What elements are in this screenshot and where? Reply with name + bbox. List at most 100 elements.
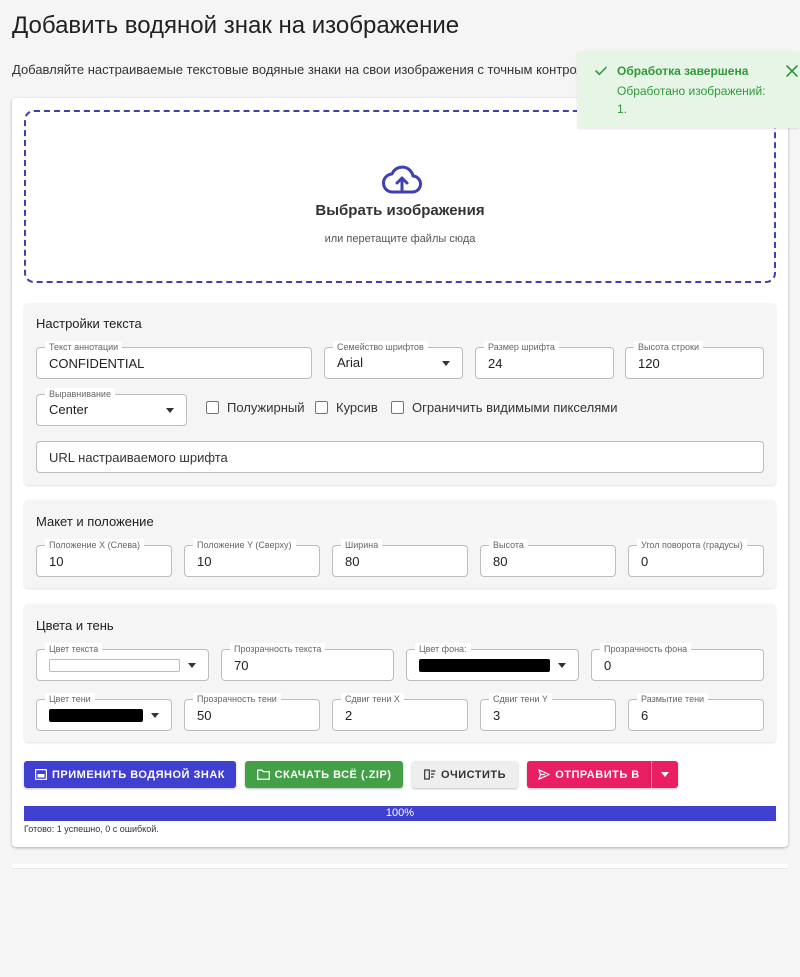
toast-title: Обработка завершена [617,64,749,78]
font-size-field[interactable]: Размер шрифта 24 [475,341,614,379]
shadow-x-field[interactable]: Сдвиг тени X 2 [332,693,468,731]
dropzone-title: Выбрать изображения [315,202,485,219]
shadow-y-field[interactable]: Сдвиг тени Y 3 [480,693,616,731]
alignment-label: Выравнивание [45,388,115,400]
line-height-value: 120 [638,356,660,371]
annotation-text-label: Текст аннотации [45,341,123,353]
bg-opacity-label: Прозрачность фона [600,643,692,655]
layout-section: Макет и положение Положение X (Слева) 10… [24,500,776,588]
layout-title: Макет и положение [36,514,154,529]
bg-color-picker[interactable]: Цвет фона: [406,643,579,681]
bold-checkbox-label: Полужирный [227,400,305,415]
image-dropzone[interactable]: Выбрать изображения или перетащите файлы… [24,110,776,283]
shadow-blur-value: 6 [641,708,649,723]
clip-pixels-checkbox[interactable]: Ограничить видимыми пикселями [391,400,618,415]
rotation-label: Угол поворота (градусы) [637,539,747,551]
text-settings-section: Настройки текста Текст аннотации CONFIDE… [24,303,776,485]
chevron-down-icon [151,713,159,718]
position-y-field[interactable]: Положение Y (Сверху) 10 [184,539,320,577]
rotation-field[interactable]: Угол поворота (градусы) 0 [628,539,764,577]
close-icon[interactable] [784,63,800,79]
bg-opacity-value: 0 [604,658,612,673]
download-zip-button[interactable]: СКАЧАТЬ ВСЁ (.ZIP) [245,761,403,788]
font-family-select[interactable]: Семейство шрифтов Arial [324,341,463,379]
position-x-field[interactable]: Положение X (Слева) 10 [36,539,172,577]
bg-opacity-field[interactable]: Прозрачность фона 0 [591,643,764,681]
alignment-value: Center [49,402,89,417]
bg-color-label: Цвет фона: [415,643,471,655]
shadow-y-value: 3 [493,708,501,723]
text-opacity-value: 70 [234,658,249,673]
position-x-value: 10 [49,554,64,569]
font-size-value: 24 [488,356,503,371]
divider [12,864,788,868]
chevron-down-icon [661,772,669,777]
font-size-label: Размер шрифта [484,341,559,353]
bold-checkbox-box[interactable] [206,401,219,414]
check-icon [595,66,607,76]
width-field[interactable]: Ширина 80 [332,539,468,577]
send-to-label: ОТПРАВИТЬ В [555,768,640,781]
toast-body: Обработано изображений: 1. [617,84,766,116]
custom-font-url-input[interactable]: URL настраиваемого шрифта [36,441,764,473]
shadow-blur-label: Размытие тени [637,693,709,705]
clear-all-icon [424,769,436,780]
text-settings-title: Настройки текста [36,316,142,331]
shadow-x-label: Сдвиг тени X [341,693,404,705]
height-label: Высота [489,539,528,551]
width-label: Ширина [341,539,383,551]
apply-watermark-label: ПРИМЕНИТЬ ВОДЯНОЙ ЗНАК [52,768,225,781]
progress-label: 100% [385,807,415,819]
rotation-value: 0 [641,554,649,569]
dropzone-hint: или перетащите файлы сюда [324,233,476,245]
clear-label: ОЧИСТИТЬ [440,768,507,781]
image-icon [35,769,48,780]
status-text: Готово: 1 успешно, 0 с ошибкой. [24,824,159,834]
watermark-card: Выбрать изображения или перетащите файлы… [12,98,788,847]
shadow-opacity-value: 50 [197,708,212,723]
alignment-select[interactable]: Выравнивание Center [36,388,187,426]
clip-pixels-checkbox-box[interactable] [391,401,404,414]
italic-checkbox[interactable]: Курсив [315,400,378,415]
progress-bar: 100% [24,806,776,821]
bold-checkbox[interactable]: Полужирный [206,400,305,415]
text-opacity-field[interactable]: Прозрачность текста 70 [221,643,394,681]
text-color-label: Цвет текста [45,643,103,655]
height-value: 80 [493,554,508,569]
chevron-down-icon [558,663,566,668]
font-family-label: Семейство шрифтов [333,341,428,353]
position-y-value: 10 [197,554,212,569]
line-height-field[interactable]: Высота строки 120 [625,341,764,379]
shadow-x-value: 2 [345,708,353,723]
page-title: Добавить водяной знак на изображение [12,12,460,39]
text-color-swatch [49,659,180,672]
annotation-text-value: CONFIDENTIAL [49,356,145,371]
text-color-picker[interactable]: Цвет текста [36,643,209,681]
chevron-down-icon [188,663,196,668]
shadow-blur-field[interactable]: Размытие тени 6 [628,693,764,731]
shadow-color-swatch [49,709,143,722]
folder-icon [256,769,270,780]
shadow-opacity-field[interactable]: Прозрачность тени 50 [184,693,320,731]
shadow-y-label: Сдвиг тени Y [489,693,552,705]
position-x-label: Положение X (Слева) [45,539,145,551]
position-y-label: Положение Y (Сверху) [193,539,296,551]
apply-watermark-button[interactable]: ПРИМЕНИТЬ ВОДЯНОЙ ЗНАК [24,761,236,788]
download-zip-label: СКАЧАТЬ ВСЁ (.ZIP) [274,768,392,781]
send-to-dropdown-button[interactable] [651,761,678,788]
width-value: 80 [345,554,360,569]
colors-title: Цвета и тень [36,618,114,633]
chevron-down-icon [166,408,174,413]
italic-checkbox-box[interactable] [315,401,328,414]
chevron-down-icon [442,361,450,366]
success-toast: Обработка завершена Обработано изображен… [577,51,800,128]
italic-checkbox-label: Курсив [336,400,378,415]
clip-pixels-checkbox-label: Ограничить видимыми пикселями [412,400,618,415]
shadow-color-picker[interactable]: Цвет тени [36,693,172,731]
send-to-button[interactable]: ОТПРАВИТЬ В [527,761,651,788]
annotation-text-field[interactable]: Текст аннотации CONFIDENTIAL [36,341,312,379]
cloud-upload-icon [382,165,422,194]
line-height-label: Высота строки [634,341,704,353]
height-field[interactable]: Высота 80 [480,539,616,577]
clear-button[interactable]: ОЧИСТИТЬ [412,761,518,788]
